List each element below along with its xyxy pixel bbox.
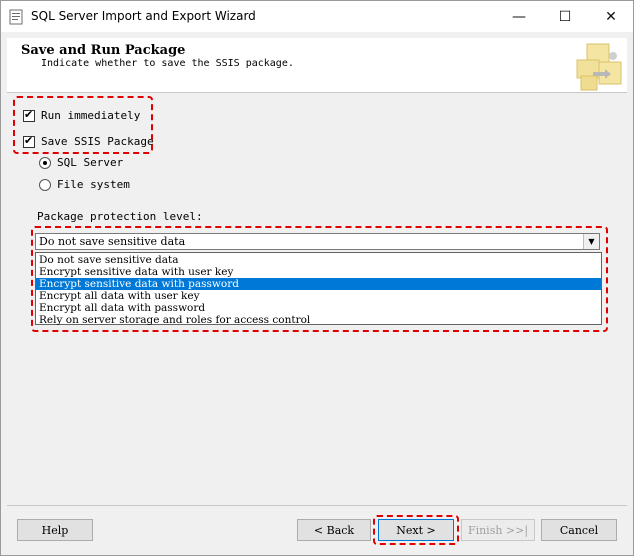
protection-level-label: Package protection level: <box>37 210 203 223</box>
radio-sql-server[interactable]: SQL Server <box>39 156 123 169</box>
maximize-button[interactable]: ☐ <box>542 1 588 32</box>
help-button[interactable]: Help <box>17 519 93 541</box>
annotation-highlight <box>13 96 153 154</box>
wizard-window: SQL Server Import and Export Wizard — ☐ … <box>0 0 634 556</box>
finish-button[interactable]: Finish >>| <box>461 519 535 541</box>
radio-circle[interactable] <box>39 178 51 191</box>
page-header: Save and Run Package Indicate whether to… <box>7 38 627 93</box>
wizard-banner-icon <box>576 43 622 91</box>
radio-circle[interactable] <box>39 156 51 169</box>
app-icon <box>9 9 23 25</box>
page-subtitle: Indicate whether to save the SSIS packag… <box>41 58 294 69</box>
radio-label: File system <box>57 178 130 191</box>
title-bar: SQL Server Import and Export Wizard — ☐ … <box>1 1 633 32</box>
annotation-highlight <box>31 226 608 332</box>
back-button[interactable]: < Back <box>297 519 371 541</box>
annotation-highlight <box>373 515 459 545</box>
window-title: SQL Server Import and Export Wizard <box>31 9 256 23</box>
radio-file-system[interactable]: File system <box>39 178 130 191</box>
cancel-button[interactable]: Cancel <box>541 519 617 541</box>
footer-divider <box>7 505 627 506</box>
close-button[interactable]: ✕ <box>588 1 634 32</box>
radio-dot <box>43 160 47 165</box>
minimize-button[interactable]: — <box>496 1 542 32</box>
page-title: Save and Run Package <box>21 43 186 58</box>
radio-label: SQL Server <box>57 156 124 169</box>
